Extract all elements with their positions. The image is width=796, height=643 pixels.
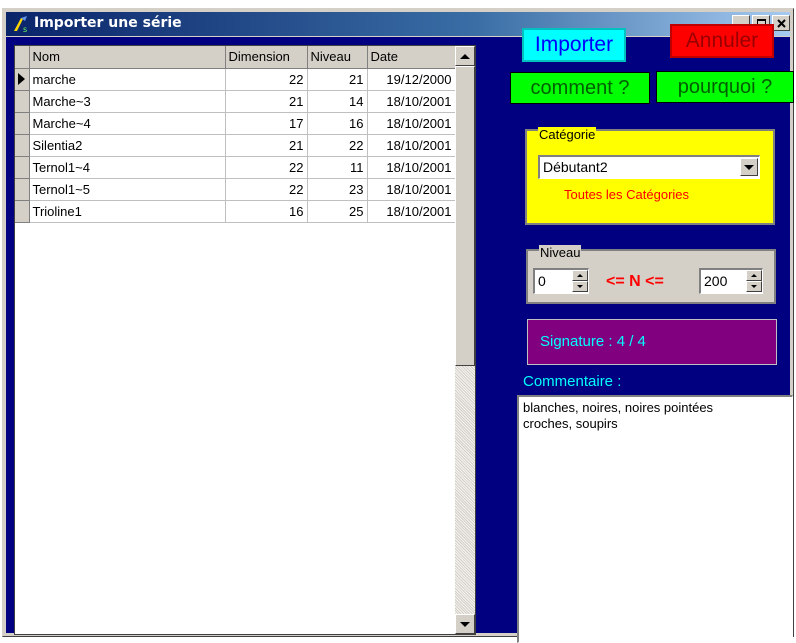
import-dialog: s Importer une série Nom Dimension Nivea…	[2, 8, 794, 643]
cell-niveau[interactable]: 22	[307, 134, 368, 157]
category-select[interactable]: Débutant2	[538, 155, 760, 179]
level-label: Niveau	[539, 245, 582, 260]
row-indicator	[15, 68, 30, 91]
level-max-up-button[interactable]	[746, 270, 762, 281]
table-row[interactable]: marche 22 21 19/12/2000	[15, 68, 456, 91]
row-indicator-header	[15, 46, 30, 69]
comment-line: blanches, noires, noires pointées	[523, 400, 714, 415]
cell-niveau[interactable]: 23	[307, 178, 368, 201]
arrow-down-icon	[460, 621, 470, 627]
level-max-down-button[interactable]	[746, 281, 762, 292]
series-grid[interactable]: Nom Dimension Niveau Date marche 22 21 1…	[14, 45, 476, 635]
level-max-value: 200	[704, 273, 728, 289]
row-indicator	[15, 178, 30, 201]
cell-dimension[interactable]: 22	[225, 68, 308, 91]
cell-nom[interactable]: Marche~4	[29, 112, 226, 135]
all-categories-link[interactable]: Toutes les Catégories	[564, 187, 689, 202]
cell-date[interactable]: 19/12/2000	[367, 68, 456, 91]
why-button[interactable]: pourquoi ?	[656, 71, 794, 103]
close-button[interactable]	[772, 15, 790, 31]
arrow-down-icon	[577, 285, 583, 288]
svg-text:s: s	[23, 25, 27, 33]
table-row[interactable]: Silentia2 21 22 18/10/2001	[15, 134, 456, 157]
cell-nom[interactable]: Trioline1	[29, 200, 226, 223]
cell-nom[interactable]: Silentia2	[29, 134, 226, 157]
row-indicator	[15, 200, 30, 223]
cancel-button[interactable]: Annuler	[670, 24, 774, 58]
table-row[interactable]: Trioline1 16 25 18/10/2001	[15, 200, 456, 223]
cell-nom[interactable]: Ternol1~4	[29, 156, 226, 179]
cell-dimension[interactable]: 21	[225, 134, 308, 157]
cell-date[interactable]: 18/10/2001	[367, 90, 456, 113]
level-relation: <= N <=	[606, 273, 664, 290]
table-row[interactable]: Ternol1~5 22 23 18/10/2001	[15, 178, 456, 201]
comment-label: Commentaire :	[523, 373, 622, 390]
arrow-up-icon	[460, 53, 470, 59]
vertical-scrollbar[interactable]	[455, 46, 475, 634]
cell-dimension[interactable]: 22	[225, 178, 308, 201]
cell-date[interactable]: 18/10/2001	[367, 134, 456, 157]
cell-niveau[interactable]: 25	[307, 200, 368, 223]
cell-dimension[interactable]: 21	[225, 90, 308, 113]
level-max-stepper[interactable]: 200	[699, 268, 763, 294]
column-header-date[interactable]: Date	[367, 46, 456, 69]
category-selected-value: Débutant2	[543, 159, 608, 175]
close-icon	[776, 18, 786, 28]
arrow-up-icon	[751, 274, 757, 277]
level-min-up-button[interactable]	[572, 270, 588, 281]
current-row-arrow-icon	[18, 73, 25, 85]
row-indicator	[15, 90, 30, 113]
cell-date[interactable]: 18/10/2001	[367, 200, 456, 223]
comment-textarea[interactable]: blanches, noires, noires pointées croche…	[517, 395, 793, 643]
cell-niveau[interactable]: 11	[307, 156, 368, 179]
chevron-down-icon	[744, 164, 754, 170]
row-indicator	[15, 112, 30, 135]
cell-niveau[interactable]: 14	[307, 90, 368, 113]
arrow-down-icon	[751, 285, 757, 288]
table-row[interactable]: Marche~3 21 14 18/10/2001	[15, 90, 456, 113]
window-title: Importer une série	[34, 15, 182, 31]
category-dropdown-button[interactable]	[740, 158, 758, 176]
how-button[interactable]: comment ?	[510, 72, 650, 104]
table-row[interactable]: Marche~4 17 16 18/10/2001	[15, 112, 456, 135]
app-icon: s	[14, 16, 27, 33]
level-min-stepper[interactable]: 0	[533, 268, 589, 294]
cell-dimension[interactable]: 22	[225, 156, 308, 179]
category-label: Catégorie	[538, 127, 597, 142]
cell-date[interactable]: 18/10/2001	[367, 178, 456, 201]
cell-dimension[interactable]: 16	[225, 200, 308, 223]
column-header-dimension[interactable]: Dimension	[225, 46, 308, 69]
cell-dimension[interactable]: 17	[225, 112, 308, 135]
row-indicator	[15, 156, 30, 179]
level-min-down-button[interactable]	[572, 281, 588, 292]
column-header-nom[interactable]: Nom	[29, 46, 226, 69]
arrow-up-icon	[577, 274, 583, 277]
comment-line: croches, soupirs	[523, 416, 618, 431]
cell-date[interactable]: 18/10/2001	[367, 112, 456, 135]
scroll-down-button[interactable]	[455, 614, 475, 634]
signature-text: Signature : 4 / 4	[540, 333, 646, 350]
scroll-up-button[interactable]	[455, 46, 475, 66]
column-header-niveau[interactable]: Niveau	[307, 46, 368, 69]
signature-panel: Signature : 4 / 4	[527, 319, 777, 365]
cell-niveau[interactable]: 16	[307, 112, 368, 135]
row-indicator	[15, 134, 30, 157]
cell-nom[interactable]: marche	[29, 68, 226, 91]
series-table: Nom Dimension Niveau Date marche 22 21 1…	[15, 46, 456, 223]
import-button[interactable]: Importer	[522, 28, 626, 62]
level-min-value: 0	[538, 273, 546, 289]
cell-nom[interactable]: Ternol1~5	[29, 178, 226, 201]
cell-nom[interactable]: Marche~3	[29, 90, 226, 113]
cell-date[interactable]: 18/10/2001	[367, 156, 456, 179]
table-header-row: Nom Dimension Niveau Date	[15, 46, 456, 69]
table-row[interactable]: Ternol1~4 22 11 18/10/2001	[15, 156, 456, 179]
scroll-thumb[interactable]	[455, 66, 475, 366]
cell-niveau[interactable]: 21	[307, 68, 368, 91]
